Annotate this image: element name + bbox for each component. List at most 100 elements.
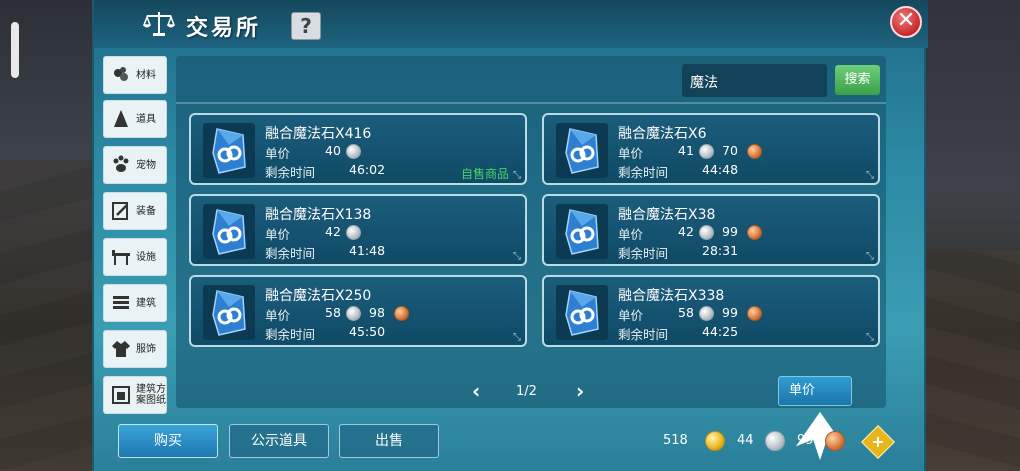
blueprint-icon [112,386,130,404]
sidebar-item-material[interactable]: 材料 [103,56,167,94]
expand-icon: ⤡ [866,332,874,343]
sort-label: 单价 [789,383,816,398]
silver-coin-icon [346,144,361,159]
time-left-value: 45:50 [349,324,386,339]
copper-price: 99 [722,224,738,239]
silver-price: 40 [325,143,341,158]
listing-card[interactable]: 融合魔法石X6 单价 41 70 剩余时间 44:48 ⤡ [542,113,880,185]
time-left-value: 46:02 [349,162,386,177]
listing-name: 融合魔法石X38 [618,207,716,223]
time-left-value: 41:48 [349,243,386,258]
silver-coin-icon [765,431,785,451]
copper-amount: 99 [797,433,814,448]
silver-coin-icon [699,144,714,159]
sidebar-item-clothing[interactable]: 服饰 [103,330,167,368]
pet-paw-icon [113,155,129,172]
copper-coin-icon [747,144,762,159]
magic-stone-icon [556,204,608,259]
time-left-value: 44:48 [702,162,739,177]
silver-price: 42 [678,224,694,239]
time-left-label: 剩余时间 [618,327,669,342]
divider [176,102,886,104]
copper-coin-icon [394,306,409,321]
time-left-label: 剩余时间 [265,165,316,180]
listing-card[interactable]: 融合魔法石X250 单价 58 98 剩余时间 45:50 ⤡ [189,275,527,347]
clothing-icon [112,341,130,357]
silver-price: 58 [678,305,694,320]
listing-name: 融合魔法石X416 [265,126,372,142]
time-left-label: 剩余时间 [265,246,316,261]
copper-price: 70 [722,143,738,158]
next-page-button[interactable]: › [576,381,584,401]
sidebar-item-label: 服饰 [136,343,156,355]
title-bar: 交易所 ? ✕ [94,0,928,48]
prev-page-button[interactable]: ‹ [472,381,480,401]
search-button[interactable]: 搜索 [835,65,880,95]
silver-price: 42 [325,224,341,239]
expand-icon: ⤡ [866,170,874,181]
time-left-value: 44:25 [702,324,739,339]
tab-public-items[interactable]: 公示道具 [229,424,329,458]
price-label: 单价 [265,227,291,242]
help-button[interactable]: ? [291,12,321,40]
listing-card[interactable]: 融合魔法石X38 单价 42 99 剩余时间 28:31 ⤡ [542,194,880,266]
gold-amount: 518 [663,433,688,448]
time-left-value: 28:31 [702,243,739,258]
page-indicator: 1/2 [516,384,537,399]
copper-coin-icon [747,225,762,240]
copper-coin-icon [747,306,762,321]
copper-coin-icon [825,431,845,451]
tab-buy[interactable]: 购买 [118,424,218,458]
listing-card[interactable]: 融合魔法石X416 单价 40 剩余时间 46:02 自售商品 ⤡ [189,113,527,185]
exchange-panel: 交易所 ? ✕ 材料 道具 宠物 装备 设施 建筑 服饰 建筑方案图纸 魔法 搜… [92,0,928,471]
silver-coin-icon [699,306,714,321]
sidebar-item-label: 设施 [136,251,156,263]
time-left-label: 剩余时间 [265,327,316,342]
magic-stone-icon [556,123,608,178]
listing-name: 融合魔法石X250 [265,288,372,304]
tab-sell[interactable]: 出售 [339,424,439,458]
sidebar-item-label: 建筑 [136,297,156,309]
expand-icon: ⤡ [513,332,521,343]
add-currency-button[interactable]: + [861,425,895,459]
sidebar-item-label: 材料 [136,69,156,81]
plus-icon: + [871,432,885,451]
background-right [926,0,1020,471]
silver-coin-icon [346,225,361,240]
sort-price-button[interactable]: 单价 [778,376,852,461]
search-input[interactable]: 魔法 [682,64,827,97]
sidebar-item-pet[interactable]: 宠物 [103,146,167,184]
sidebar-item-blueprint[interactable]: 建筑方案图纸 [103,376,167,414]
category-sidebar: 材料 道具 宠物 装备 设施 建筑 服饰 建筑方案图纸 [103,56,169,414]
facility-icon [112,250,130,265]
equipment-icon [112,202,128,220]
silver-price: 58 [325,305,341,320]
time-left-label: 剩余时间 [618,165,669,180]
silver-coin-icon [699,225,714,240]
sidebar-item-equipment[interactable]: 装备 [103,192,167,230]
listing-card[interactable]: 融合魔法石X338 单价 58 99 剩余时间 44:25 ⤡ [542,275,880,347]
sidebar-item-facility[interactable]: 设施 [103,238,167,276]
listing-name: 融合魔法石X338 [618,288,725,304]
sidebar-item-item[interactable]: 道具 [103,100,167,138]
listing-area: 魔法 搜索 融合魔法石X416 单价 40 剩余时间 46:02 自售商品 ⤡ 融合魔法石X6… [176,56,886,461]
sidebar-item-label: 道具 [136,113,156,125]
sidebar-item-label: 装备 [136,205,156,217]
sidebar-item-building[interactable]: 建筑 [103,284,167,322]
side-handle[interactable] [11,22,19,78]
listing-name: 融合魔法石X6 [618,126,707,142]
sidebar-item-label: 建筑方案图纸 [136,384,166,406]
time-left-label: 剩余时间 [618,246,669,261]
magic-stone-icon [203,285,255,340]
page-title: 交易所 [186,16,262,41]
close-button[interactable]: ✕ [890,6,922,38]
listing-name: 融合魔法石X138 [265,207,372,223]
silver-price: 41 [678,143,694,158]
listing-card[interactable]: 融合魔法石X138 单价 42 剩余时间 41:48 ⤡ [189,194,527,266]
price-label: 单价 [618,308,644,323]
price-label: 单价 [618,146,644,161]
magic-stone-icon [203,204,255,259]
expand-icon: ⤡ [866,251,874,262]
scale-icon [142,12,176,36]
copper-price: 98 [369,305,385,320]
